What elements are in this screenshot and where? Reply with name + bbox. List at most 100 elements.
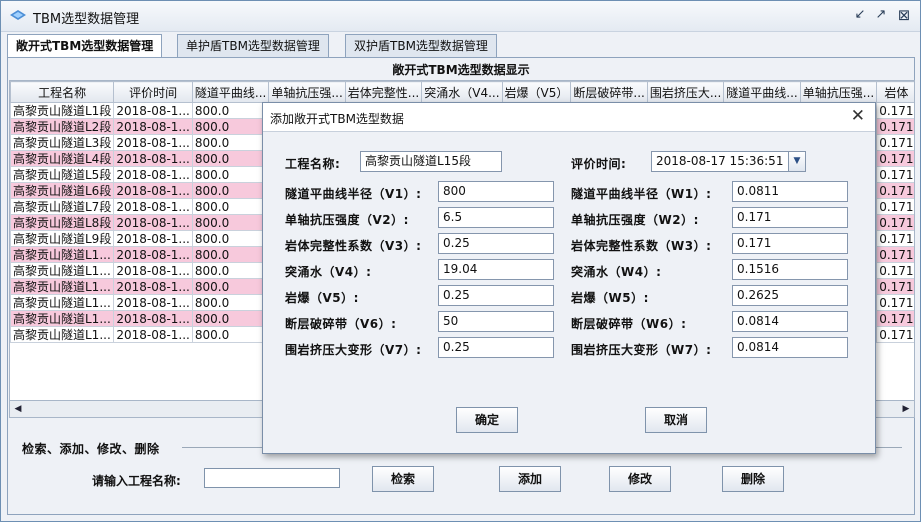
table-cell: 0.171 bbox=[876, 182, 914, 199]
search-button[interactable]: 检索 bbox=[372, 466, 434, 492]
field-input[interactable]: 0.0811 bbox=[732, 181, 848, 202]
field-label: 围岩挤压大变形（W7）: bbox=[571, 343, 712, 357]
table-cell: 2018-08-1... bbox=[113, 262, 193, 279]
field-input[interactable]: 0.0814 bbox=[732, 311, 848, 332]
table-cell: 2018-08-1... bbox=[113, 182, 193, 199]
column-header[interactable]: 隧道平曲线... bbox=[191, 81, 270, 103]
table-cell: 800.0 bbox=[191, 278, 270, 295]
scroll-left-icon[interactable]: ◀ bbox=[10, 401, 26, 417]
table-cell: 2018-08-1... bbox=[113, 230, 193, 247]
table-cell: 0.171 bbox=[876, 278, 914, 295]
restore-icon[interactable]: ↙ bbox=[852, 7, 868, 23]
table-cell: 0.171 bbox=[876, 214, 914, 231]
project-name-field[interactable]: 高黎贡山隧道L15段 bbox=[360, 151, 502, 172]
field-label: 岩爆（V5）: bbox=[285, 291, 359, 305]
search-label: 请输入工程名称: bbox=[92, 474, 181, 488]
column-header[interactable]: 断层破碎带... bbox=[570, 81, 648, 103]
table-cell: 高黎贡山隧道L6段 bbox=[10, 182, 115, 199]
field-input[interactable]: 50 bbox=[438, 311, 554, 332]
table-cell: 0.171 bbox=[876, 118, 914, 135]
table-cell: 高黎贡山隧道L7段 bbox=[10, 198, 115, 215]
table-cell: 0.171 bbox=[876, 102, 914, 119]
eval-time-field[interactable]: 2018-08-17 15:36:51 ▼ bbox=[651, 151, 806, 172]
table-cell: 2018-08-1... bbox=[113, 198, 193, 215]
close-window-icon[interactable]: ⊠ bbox=[896, 7, 912, 23]
scroll-right-icon[interactable]: ▶ bbox=[898, 401, 914, 417]
table-cell: 800.0 bbox=[191, 230, 270, 247]
add-record-dialog: 添加敞开式TBM选型数据 ✕ 工程名称: 高黎贡山隧道L15段 评价时间: 20… bbox=[262, 102, 876, 454]
table-cell: 高黎贡山隧道L1段 bbox=[10, 102, 115, 119]
table-cell: 800.0 bbox=[191, 134, 270, 151]
table-cell: 0.171 bbox=[876, 198, 914, 215]
column-header[interactable]: 单轴抗压强... bbox=[799, 81, 878, 103]
field-label: 突涌水（V4）: bbox=[285, 265, 372, 279]
table-cell: 0.171 bbox=[876, 294, 914, 311]
field-input[interactable]: 0.25 bbox=[438, 337, 554, 358]
field-input[interactable]: 0.0814 bbox=[732, 337, 848, 358]
field-label: 单轴抗压强度（V2）: bbox=[285, 213, 409, 227]
calendar-icon[interactable]: ▼ bbox=[788, 152, 805, 171]
column-header[interactable]: 围岩挤压大... bbox=[646, 81, 725, 103]
field-input[interactable]: 6.5 bbox=[438, 207, 554, 228]
field-input[interactable]: 0.1516 bbox=[732, 259, 848, 280]
column-header[interactable]: 岩爆（V5） bbox=[501, 81, 572, 103]
table-cell: 2018-08-1... bbox=[113, 150, 193, 167]
eval-time-value: 2018-08-17 15:36:51 bbox=[656, 154, 784, 168]
edit-button[interactable]: 修改 bbox=[609, 466, 671, 492]
table-cell: 800.0 bbox=[191, 214, 270, 231]
delete-button[interactable]: 删除 bbox=[722, 466, 784, 492]
table-cell: 高黎贡山隧道L1... bbox=[10, 278, 115, 295]
field-input[interactable]: 19.04 bbox=[438, 259, 554, 280]
table-cell: 0.171 bbox=[876, 310, 914, 327]
field-input[interactable]: 0.171 bbox=[732, 233, 848, 254]
project-name-search-input[interactable] bbox=[204, 468, 340, 488]
table-cell: 2018-08-1... bbox=[113, 326, 193, 343]
table-cell: 800.0 bbox=[191, 326, 270, 343]
close-icon[interactable]: ✕ bbox=[851, 107, 865, 125]
tab-double-shield-tbm[interactable]: 双护盾TBM选型数据管理 bbox=[345, 34, 497, 57]
table-cell: 高黎贡山隧道L5段 bbox=[10, 166, 115, 183]
table-cell: 0.171 bbox=[876, 262, 914, 279]
field-input[interactable]: 0.171 bbox=[732, 207, 848, 228]
column-header[interactable]: 突涌水（V4... bbox=[421, 81, 503, 103]
table-cell: 800.0 bbox=[191, 246, 270, 263]
field-input[interactable]: 0.2625 bbox=[732, 285, 848, 306]
field-label: 围岩挤压大变形（V7）: bbox=[285, 343, 422, 357]
field-label: 单轴抗压强度（W2）: bbox=[571, 213, 699, 227]
table-cell: 0.171 bbox=[876, 134, 914, 151]
field-label: 岩爆（W5）: bbox=[571, 291, 649, 305]
table-cell: 2018-08-1... bbox=[113, 166, 193, 183]
ok-button[interactable]: 确定 bbox=[456, 407, 518, 433]
add-button[interactable]: 添加 bbox=[499, 466, 561, 492]
table-cell: 800.0 bbox=[191, 310, 270, 327]
table-cell: 高黎贡山隧道L1... bbox=[10, 326, 115, 343]
field-input[interactable]: 800 bbox=[438, 181, 554, 202]
table-cell: 800.0 bbox=[191, 182, 270, 199]
table-cell: 高黎贡山隧道L9段 bbox=[10, 230, 115, 247]
tab-single-shield-tbm[interactable]: 单护盾TBM选型数据管理 bbox=[177, 34, 329, 57]
table-cell: 0.171 bbox=[876, 230, 914, 247]
field-input[interactable]: 0.25 bbox=[438, 285, 554, 306]
dialog-title-bar: 添加敞开式TBM选型数据 ✕ bbox=[263, 103, 875, 132]
field-label: 断层破碎带（V6）: bbox=[285, 317, 397, 331]
column-header[interactable]: 工程名称 bbox=[10, 81, 115, 103]
window-title: TBM选型数据管理 bbox=[33, 12, 140, 27]
table-cell: 高黎贡山隧道L3段 bbox=[10, 134, 115, 151]
field-label: 突涌水（W4）: bbox=[571, 265, 662, 279]
table-cell: 2018-08-1... bbox=[113, 134, 193, 151]
column-header[interactable]: 岩体完整性... bbox=[344, 81, 423, 103]
column-header[interactable]: 单轴抗压强... bbox=[268, 81, 346, 103]
table-cell: 高黎贡山隧道L4段 bbox=[10, 150, 115, 167]
tab-open-tbm[interactable]: 敞开式TBM选型数据管理 bbox=[7, 34, 163, 58]
project-name-label: 工程名称: bbox=[285, 157, 341, 171]
table-cell: 2018-08-1... bbox=[113, 310, 193, 327]
field-input[interactable]: 0.25 bbox=[438, 233, 554, 254]
table-cell: 800.0 bbox=[191, 102, 270, 119]
column-header[interactable]: 隧道平曲线... bbox=[723, 81, 801, 103]
maximize-icon[interactable]: ↗ bbox=[873, 7, 889, 23]
cancel-button[interactable]: 取消 bbox=[645, 407, 707, 433]
column-header[interactable]: 评价时间 bbox=[113, 81, 193, 103]
field-label: 隧道平曲线半径（W1）: bbox=[571, 187, 712, 201]
column-header[interactable]: 岩体 bbox=[876, 81, 914, 103]
table-cell: 800.0 bbox=[191, 166, 270, 183]
